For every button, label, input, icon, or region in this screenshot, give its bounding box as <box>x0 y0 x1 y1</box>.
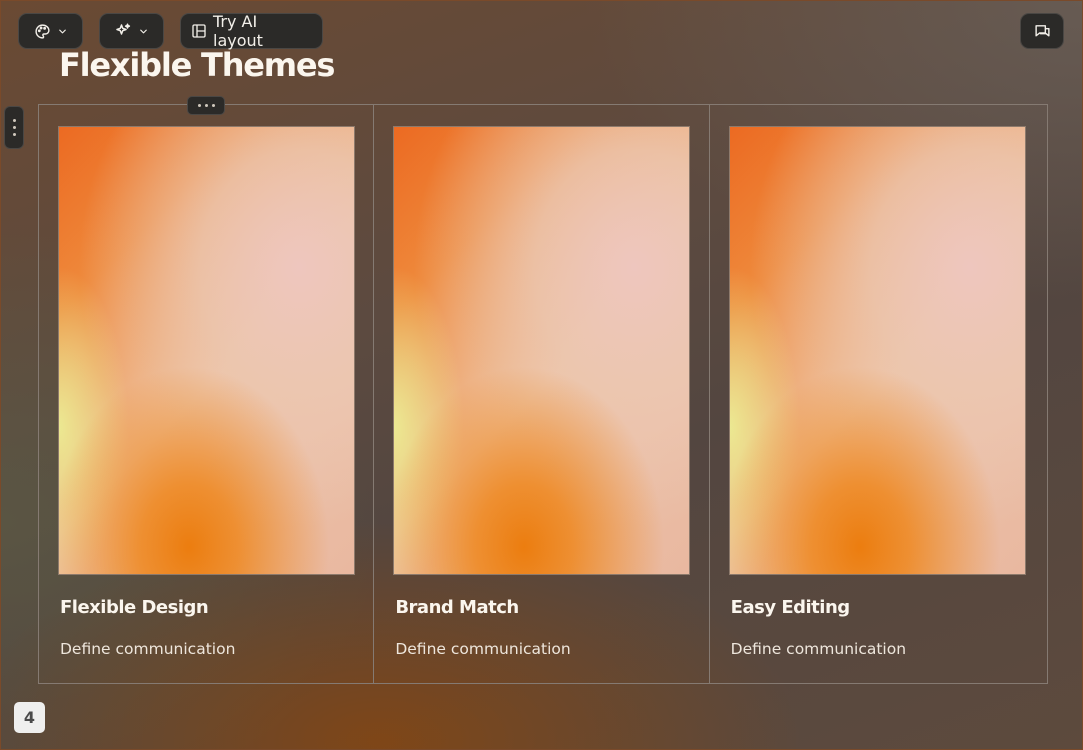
handle-dot <box>12 126 16 129</box>
card-description[interactable]: Define communication <box>60 640 235 658</box>
handle-dot <box>204 104 208 107</box>
comment-icon <box>1034 23 1051 40</box>
card-title[interactable]: Brand Match <box>395 597 519 618</box>
layout-icon <box>191 23 207 39</box>
page-number-badge[interactable]: 4 <box>14 702 45 733</box>
card-title[interactable]: Easy Editing <box>731 597 850 618</box>
try-ai-layout-button[interactable]: Try AI layout <box>180 12 323 50</box>
card-grid: Flexible Design Define communication Bra… <box>38 104 1048 684</box>
column-drag-handle[interactable] <box>187 96 225 115</box>
card-column[interactable]: Easy Editing Define communication <box>710 105 1047 683</box>
card-image[interactable] <box>728 126 1026 575</box>
sparkles-icon <box>114 22 132 40</box>
theme-button[interactable] <box>18 13 83 49</box>
card-column[interactable]: Brand Match Define communication <box>374 105 710 683</box>
slide-drag-handle[interactable] <box>4 106 24 149</box>
card-column[interactable]: Flexible Design Define communication <box>39 105 375 683</box>
handle-dot <box>211 104 215 107</box>
handle-dot <box>197 104 201 107</box>
card-image[interactable] <box>393 126 691 575</box>
palette-icon <box>34 23 51 40</box>
try-ai-layout-label: Try AI layout <box>213 12 263 50</box>
handle-dot <box>12 133 16 136</box>
comments-button[interactable] <box>1020 13 1064 49</box>
card-title[interactable]: Flexible Design <box>60 597 209 618</box>
chevron-down-icon <box>138 26 149 37</box>
chevron-down-icon <box>57 26 68 37</box>
card-description[interactable]: Define communication <box>395 640 570 658</box>
card-description[interactable]: Define communication <box>731 640 906 658</box>
ai-button[interactable] <box>99 13 164 49</box>
slide-title[interactable]: Flexible Themes <box>59 46 335 84</box>
card-image[interactable] <box>58 126 355 575</box>
handle-dot <box>12 119 16 122</box>
